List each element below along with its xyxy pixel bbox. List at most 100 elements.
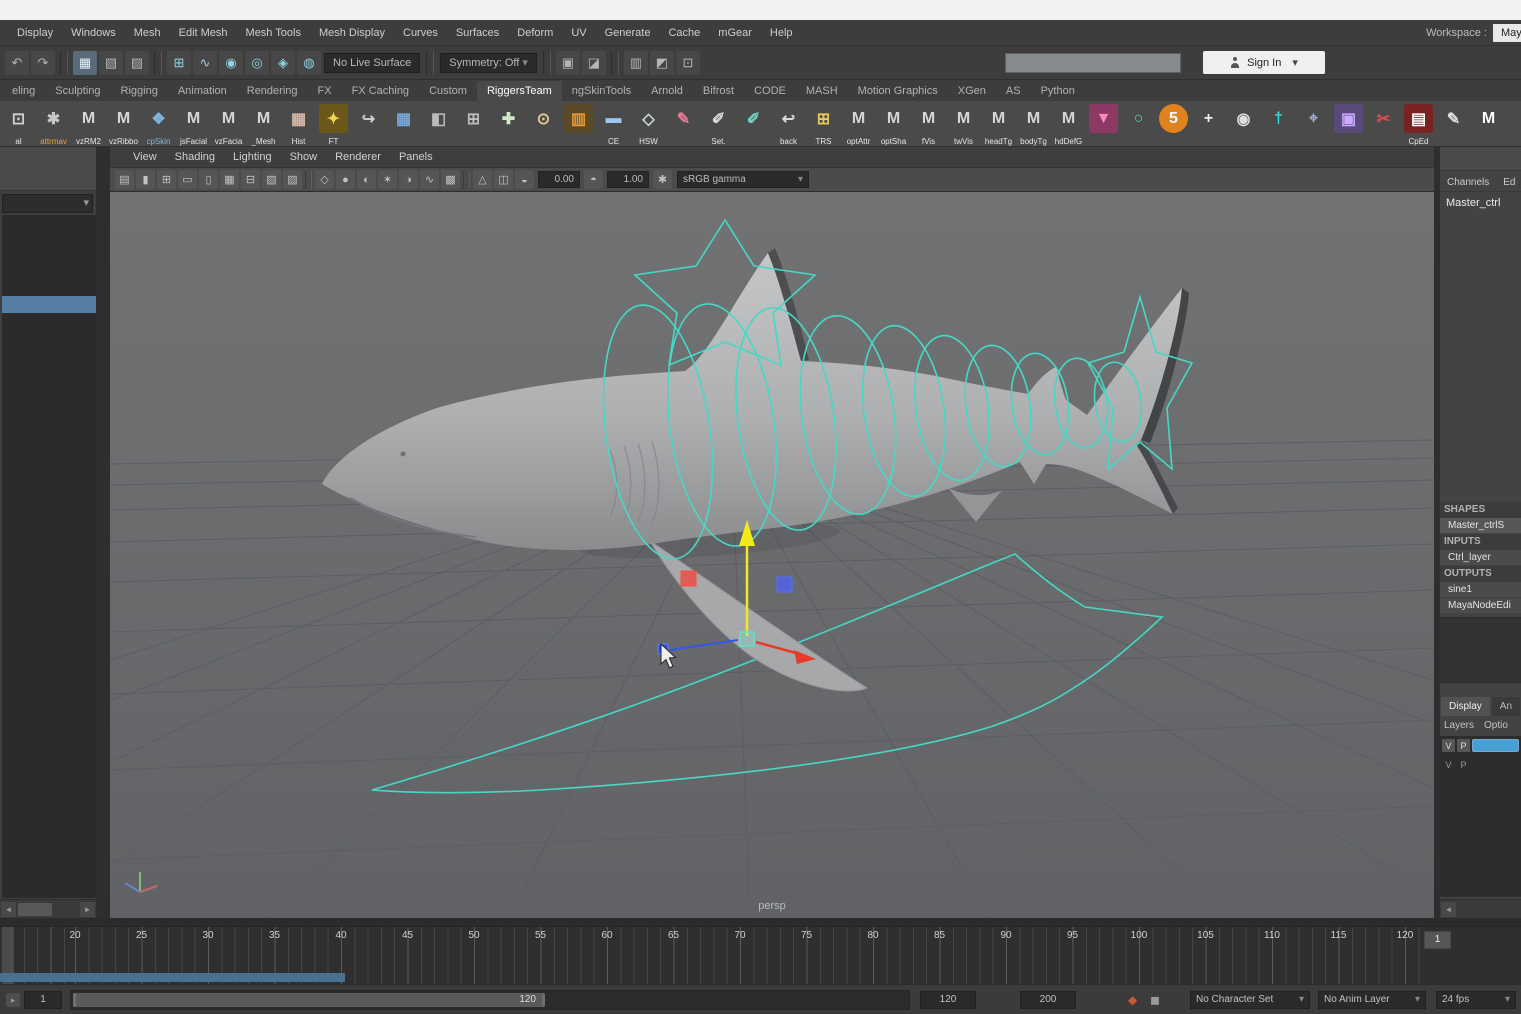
panel-menu-shading[interactable]: Shading [166, 151, 224, 163]
shelf-item-ce[interactable]: ▬ CE [596, 101, 631, 147]
shelf-icon-brush-teal[interactable]: ✐ [736, 101, 771, 147]
shelf-item-jsfacial[interactable]: M jsFacial [176, 101, 211, 147]
viewport-scene[interactable] [110, 192, 1434, 918]
menu-curves[interactable]: Curves [394, 20, 447, 46]
shelf-tab-bifrost[interactable]: Bifrost [693, 81, 744, 101]
menu-generate[interactable]: Generate [596, 20, 660, 46]
shelf-tab-rendering[interactable]: Rendering [237, 81, 308, 101]
shelf-item-hist[interactable]: ▦ Hist [281, 101, 316, 147]
shelf-icon-drop[interactable]: ▼ [1086, 101, 1121, 147]
shelf-icon-mgear-figure[interactable]: † [1261, 101, 1296, 147]
use-all-lights-icon[interactable]: ✶ [378, 170, 397, 189]
menu-mesh-display[interactable]: Mesh Display [310, 20, 394, 46]
channel-box-hscrollbar[interactable]: ◄ [1440, 899, 1521, 918]
shelf-icon-skull[interactable]: ◉ [1226, 101, 1261, 147]
shelf-item-mesh[interactable]: M _Mesh [246, 101, 281, 147]
shelf-tab-python[interactable]: Python [1031, 81, 1085, 101]
shadows-icon[interactable]: ◑ [399, 170, 418, 189]
shelf-item-hsw[interactable]: ◇ HSW [631, 101, 666, 147]
shelf-tab-modeling[interactable]: eling [2, 81, 45, 101]
shelf-tab-ngskintools[interactable]: ngSkinTools [562, 81, 641, 101]
sign-in-button[interactable]: Sign In [1203, 51, 1325, 74]
shelf-tab-custom[interactable]: Custom [419, 81, 477, 101]
shelf-item-attrmav[interactable]: ✱ attrmav [36, 101, 71, 147]
textured-icon[interactable]: ◐ [357, 170, 376, 189]
tab-edit[interactable]: Ed [1496, 173, 1521, 191]
panel-splitter[interactable] [96, 147, 110, 918]
gate-mask-icon[interactable]: ▦ [220, 170, 239, 189]
menu-display[interactable]: Display [8, 20, 62, 46]
set-key-icon[interactable]: ◆ [1128, 993, 1137, 1007]
range-slider-handle[interactable]: 120 [73, 993, 545, 1007]
panel-menu-view[interactable]: View [124, 151, 166, 163]
shelf-tab-mash[interactable]: MASH [796, 81, 848, 101]
layer-row[interactable]: V P [1440, 736, 1521, 755]
outliner-filter-select[interactable] [2, 194, 93, 213]
shelf-icon-stack[interactable]: ▥ [561, 101, 596, 147]
menu-uv[interactable]: UV [562, 20, 595, 46]
resolution-gate-icon[interactable]: ▯ [199, 170, 218, 189]
layer-visibility-toggle[interactable]: V [1442, 739, 1455, 752]
tab-channels[interactable]: Channels [1440, 173, 1496, 191]
fps-select[interactable]: 24 fps [1436, 991, 1516, 1009]
shelf-icon-target[interactable]: ⌖ [1296, 101, 1331, 147]
menu-mesh-tools[interactable]: Mesh Tools [237, 20, 310, 46]
film-gate-icon[interactable]: ▭ [178, 170, 197, 189]
shelf-item-cpskin[interactable]: ❖ cpSkin [141, 101, 176, 147]
menu-mgear[interactable]: mGear [709, 20, 761, 46]
make-live-icon[interactable]: ◍ [297, 51, 321, 75]
channel-box-object-name[interactable]: Master_ctrl [1446, 197, 1500, 209]
shelf-icon-cut[interactable]: ✂ [1366, 101, 1401, 147]
shelf-item-trs[interactable]: ⊞ TRS [806, 101, 841, 147]
outliner-selected-item[interactable] [2, 296, 96, 313]
rig-master-control-curve[interactable] [372, 554, 1162, 793]
construction-history-icon[interactable]: ▣ [556, 51, 580, 75]
symmetry-select[interactable]: Symmetry: Off [440, 53, 537, 73]
auto-key-icon[interactable]: ◼ [1150, 993, 1160, 1007]
panel-menu-renderer[interactable]: Renderer [326, 151, 390, 163]
channel-node-sine1[interactable]: sine1 [1440, 582, 1521, 598]
shelf-icon-curve-tool[interactable]: ↪ [351, 101, 386, 147]
motion-blur-icon[interactable]: ∿ [420, 170, 439, 189]
shelf-icon-checker[interactable]: ▦ [386, 101, 421, 147]
channel-section-inputs[interactable]: INPUTS [1440, 534, 1521, 550]
viewport-panel-icon[interactable]: ◪ [582, 51, 606, 75]
shelf-tab-arnold[interactable]: Arnold [641, 81, 693, 101]
shelf-icon-cross[interactable]: + [1191, 101, 1226, 147]
channel-node-maya-node-editor[interactable]: MayaNodeEdi [1440, 598, 1521, 614]
shelf-item-hddefg[interactable]: M hdDefG [1051, 101, 1086, 147]
select-by-hierarchy-icon[interactable]: ▦ [73, 51, 97, 75]
layer-options-menu[interactable]: Optio [1484, 718, 1508, 734]
time-slider[interactable]: 20 25 30 35 40 45 50 55 60 65 70 75 [0, 926, 1521, 984]
shelf-item-headtg[interactable]: M headTg [981, 101, 1016, 147]
isolate-select-icon[interactable]: △ [473, 170, 492, 189]
layers-menu[interactable]: Layers [1444, 718, 1474, 734]
viewport-3d-view[interactable]: persp [110, 192, 1434, 918]
shelf-tab-code[interactable]: CODE [744, 81, 796, 101]
shelf-icon-pencil[interactable]: ✎ [1436, 101, 1471, 147]
shelf-tab-sculpting[interactable]: Sculpting [45, 81, 110, 101]
undo-icon[interactable]: ↶ [5, 51, 29, 75]
character-set-select[interactable]: No Character Set [1190, 991, 1310, 1009]
wireframe-icon[interactable]: ◇ [315, 170, 334, 189]
live-surface-field[interactable]: No Live Surface [324, 53, 420, 73]
playback-end-field[interactable]: 120 [920, 991, 976, 1009]
snap-to-grid-icon[interactable]: ⊞ [167, 51, 191, 75]
camera-select-icon[interactable]: ▮ [136, 170, 155, 189]
shelf-item-optshape[interactable]: M optSha [876, 101, 911, 147]
menu-help[interactable]: Help [761, 20, 802, 46]
current-frame-field[interactable]: 1 [1424, 931, 1451, 949]
shelf-tab-rigging[interactable]: Rigging [111, 81, 168, 101]
shelf-icon-pencil-pink[interactable]: ✎ [666, 101, 701, 147]
shelf-icon-pin[interactable]: ⊙ [526, 101, 561, 147]
ipr-render-icon[interactable]: ⊡ [676, 51, 700, 75]
snap-to-projected-center-icon[interactable]: ◎ [245, 51, 269, 75]
safe-action-icon[interactable]: ▧ [262, 170, 281, 189]
grid-toggle-icon[interactable]: ⊞ [157, 170, 176, 189]
color-management-icon[interactable]: ✱ [653, 170, 672, 189]
xray-icon[interactable]: ◫ [494, 170, 513, 189]
gamma-field[interactable]: 1.00 [607, 171, 649, 188]
channel-node-ctrl-layer[interactable]: Ctrl_layer [1440, 550, 1521, 566]
menu-deform[interactable]: Deform [508, 20, 562, 46]
snap-to-point-icon[interactable]: ◉ [219, 51, 243, 75]
